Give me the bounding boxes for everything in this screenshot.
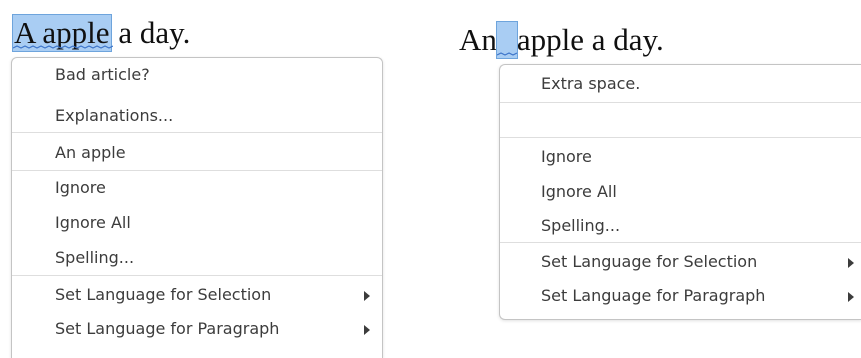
menu-separator [12, 275, 382, 276]
menu-item-set-language-paragraph[interactable]: Set Language for Paragraph [12, 312, 382, 346]
grammar-error-selection[interactable]: A apple [12, 14, 112, 52]
menu-item-set-language-selection[interactable]: Set Language for Selection [500, 245, 861, 279]
menu-item-bad-article[interactable]: Bad article? [12, 58, 382, 92]
menu-separator [500, 242, 861, 243]
menu-item-label: Set Language for Selection [541, 252, 758, 271]
submenu-arrow-icon [364, 291, 370, 301]
menu-item-suggestion[interactable]: An apple [12, 136, 382, 170]
menu-item-spelling[interactable]: Spelling... [12, 241, 382, 275]
document-text-before: An [459, 22, 497, 57]
flagged-text: A apple [12, 14, 112, 52]
menu-item-empty [500, 103, 861, 137]
menu-item-explanations[interactable]: Explanations... [12, 99, 382, 133]
context-menu-grammar: Bad article? Explanations... An apple Ig… [11, 57, 383, 358]
document-line-left: A apple a day. [12, 14, 191, 52]
menu-item-label: Set Language for Paragraph [541, 286, 766, 305]
menu-item-set-language-paragraph[interactable]: Set Language for Paragraph [500, 279, 861, 313]
submenu-arrow-icon [364, 325, 370, 335]
menu-item-ignore[interactable]: Ignore [12, 171, 382, 205]
menu-item-ignore-all[interactable]: Ignore All [500, 175, 861, 209]
flagged-space [495, 21, 518, 59]
document-line-right: An apple a day. [459, 21, 664, 59]
submenu-arrow-icon [848, 292, 854, 302]
menu-item-extra-space[interactable]: Extra space. [500, 67, 861, 101]
menu-separator [12, 132, 382, 133]
menu-item-label: Set Language for Paragraph [55, 319, 280, 338]
menu-item-spelling[interactable]: Spelling... [500, 209, 861, 243]
menu-separator [500, 137, 861, 138]
menu-item-set-language-selection[interactable]: Set Language for Selection [12, 278, 382, 312]
document-text-rest: a day. [110, 15, 191, 50]
extra-space-selection[interactable] [495, 21, 518, 59]
menu-item-ignore[interactable]: Ignore [500, 140, 861, 174]
menu-item-ignore-all[interactable]: Ignore All [12, 206, 382, 240]
submenu-arrow-icon [848, 258, 854, 268]
context-menu-extra-space: Extra space. Ignore Ignore All Spelling.… [499, 64, 861, 320]
menu-item-label: Set Language for Selection [55, 285, 272, 304]
document-text-after: apple a day. [516, 22, 664, 57]
